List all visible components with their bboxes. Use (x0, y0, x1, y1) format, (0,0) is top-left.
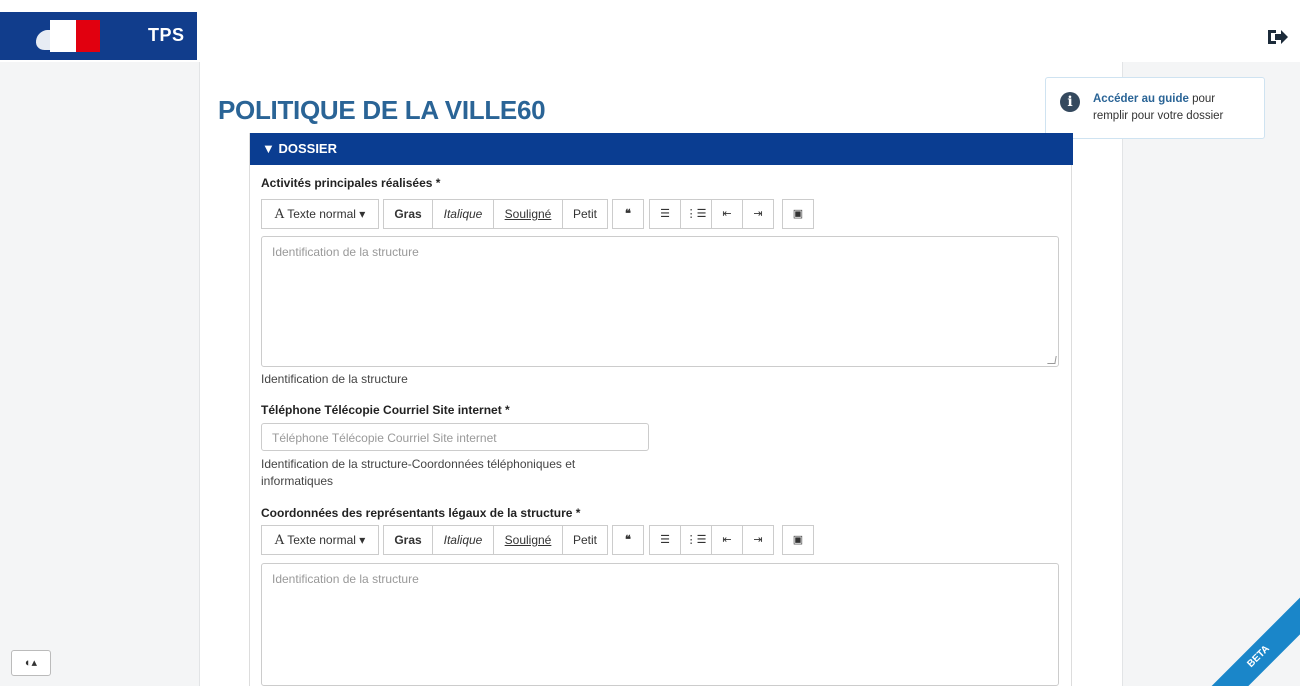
image-icon[interactable]: ▣ (782, 525, 814, 555)
guide-text: Accéder au guide pour remplir pour votre… (1093, 91, 1253, 125)
indent-icon[interactable]: ⇥ (742, 199, 774, 229)
representants-textarea[interactable]: Identification de la structure (261, 563, 1059, 686)
underline-button[interactable]: Souligné (493, 525, 563, 555)
bold-button[interactable]: Gras (383, 199, 433, 229)
numbered-list-icon[interactable]: ⋮☰ (680, 199, 712, 229)
text-style-select[interactable]: A Texte normal ▾ (261, 525, 379, 555)
bullet-list-icon[interactable]: ☰ (649, 199, 681, 229)
outdent-icon[interactable]: ⇤ (711, 525, 743, 555)
image-icon[interactable]: ▣ (782, 199, 814, 229)
info-icon: i (1060, 92, 1080, 112)
logout-icon[interactable] (1266, 26, 1288, 48)
quote-icon[interactable]: ❝ (612, 199, 644, 229)
guide-link[interactable]: Accéder au guide (1093, 93, 1189, 105)
guide-box: i Accéder au guide pour remplir pour vot… (1045, 77, 1265, 139)
quote-icon[interactable]: ❝ (612, 525, 644, 555)
telephone-input[interactable]: Téléphone Télécopie Courriel Site intern… (261, 423, 649, 451)
bullet-list-icon[interactable]: ☰ (649, 525, 681, 555)
numbered-list-icon[interactable]: ⋮☰ (680, 525, 712, 555)
activites-label: Activités principales réalisées * (261, 176, 441, 190)
small-button[interactable]: Petit (562, 525, 608, 555)
brand-label: TPS (148, 25, 185, 45)
representants-placeholder: Identification de la structure (272, 572, 419, 586)
representants-label: Coordonnées des représentants légaux de … (261, 506, 581, 520)
activites-help: Identification de la structure (261, 372, 408, 386)
marianne-logo (30, 20, 100, 52)
editor-toolbar-1: A Texte normal ▾ Gras Italique Souligné … (261, 199, 821, 229)
text-style-select[interactable]: A Texte normal ▾ (261, 199, 379, 229)
italic-button[interactable]: Italique (432, 525, 494, 555)
italic-button[interactable]: Italique (432, 199, 494, 229)
bold-button[interactable]: Gras (383, 525, 433, 555)
telephone-placeholder: Téléphone Télécopie Courriel Site intern… (272, 431, 497, 445)
panel-heading[interactable]: ▼ DOSSIER (250, 133, 1073, 165)
indent-icon[interactable]: ⇥ (742, 525, 774, 555)
resize-handle-icon[interactable] (1047, 356, 1057, 364)
outdent-icon[interactable]: ⇤ (711, 199, 743, 229)
right-sidebar (1122, 62, 1300, 686)
editor-toolbar-2: A Texte normal ▾ Gras Italique Souligné … (261, 525, 821, 555)
page-title: POLITIQUE DE LA VILLE60 (218, 95, 546, 125)
left-sidebar (0, 62, 200, 686)
underline-button[interactable]: Souligné (493, 199, 563, 229)
activites-textarea[interactable]: Identification de la structure (261, 236, 1059, 367)
telephone-label: Téléphone Télécopie Courriel Site intern… (261, 403, 510, 417)
brand-bar[interactable]: TPS (0, 12, 197, 60)
toggle-icon: ◐▴ (24, 657, 38, 669)
small-button[interactable]: Petit (562, 199, 608, 229)
theme-toggle[interactable]: ◐▴ (11, 650, 51, 676)
activites-placeholder: Identification de la structure (272, 245, 419, 259)
telephone-help: Identification de la structure-Coordonné… (261, 457, 576, 488)
